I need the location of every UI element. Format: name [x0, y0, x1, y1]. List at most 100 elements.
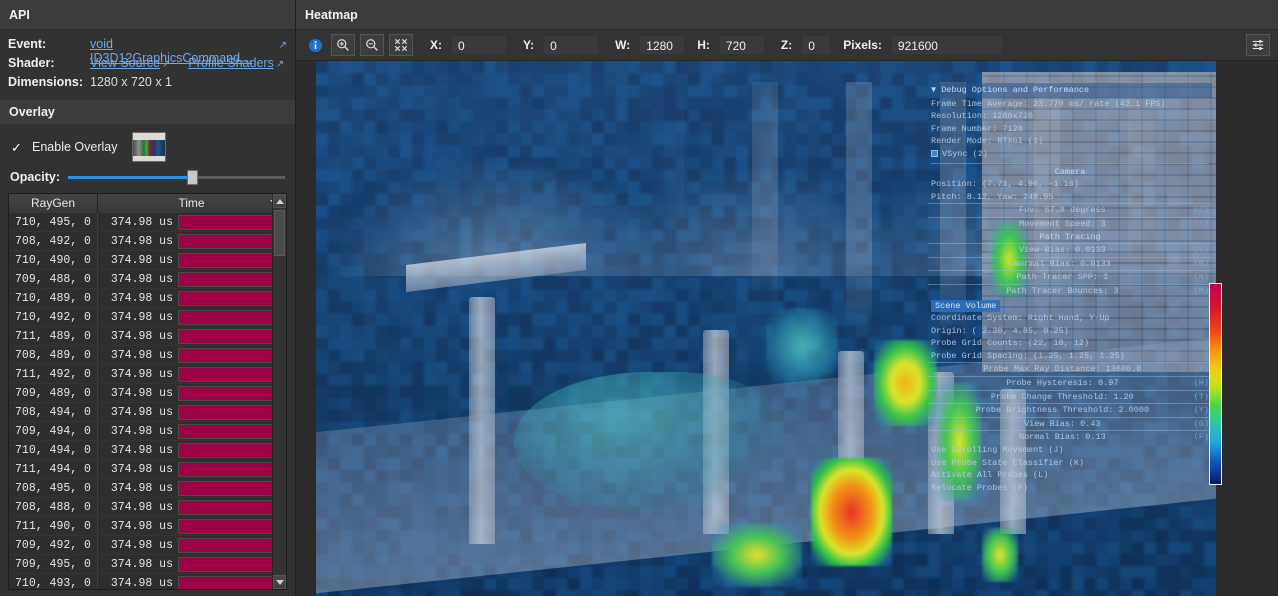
cell-time-value: 374.98 us: [98, 498, 177, 516]
table-row[interactable]: 708, 489, 0374.98 us: [9, 346, 286, 365]
cell-time-value: 374.98 us: [98, 327, 177, 345]
opacity-slider[interactable]: [68, 170, 285, 184]
table-row[interactable]: 709, 492, 0374.98 us: [9, 536, 286, 555]
cell-time-bar: [177, 289, 286, 307]
slider-knob[interactable]: [187, 170, 198, 185]
table-row[interactable]: 710, 494, 0374.98 us: [9, 441, 286, 460]
heatmap-image[interactable]: ▼ Debug Options and Performance Frame Ti…: [316, 61, 1216, 596]
info-icon[interactable]: [304, 34, 326, 56]
table-row[interactable]: 711, 492, 0374.98 us: [9, 365, 286, 384]
heatmap-viewport[interactable]: ▼ Debug Options and Performance Frame Ti…: [296, 61, 1278, 596]
debug-hud-hotkey: (F): [1194, 431, 1209, 444]
api-panel: API Event: void ID3D12GraphicsCommand… ↗…: [0, 0, 296, 596]
cell-raygen-coords: 708, 494, 0: [9, 403, 98, 421]
cell-raygen-coords: 708, 488, 0: [9, 498, 98, 516]
time-bar: [178, 519, 283, 534]
debug-hud-pathtracing-heading: Path Tracing: [928, 231, 1212, 244]
debug-hud-setting: (V)View Bias: 0.0133: [928, 243, 1212, 257]
table-row[interactable]: 708, 492, 0374.98 us: [9, 232, 286, 251]
debug-hud-toggle: Use Scrolling Movement (J): [928, 444, 1212, 457]
table-row[interactable]: 711, 494, 0374.98 us: [9, 460, 286, 479]
cell-time-value: 374.98 us: [98, 213, 177, 231]
zoom-in-icon[interactable]: [331, 34, 355, 56]
profile-shaders-link-group[interactable]: Profile Shaders↗: [188, 56, 284, 70]
time-bar: [178, 215, 283, 230]
debug-hud-vsync-label: VSync (2): [942, 149, 988, 159]
profile-shaders-link[interactable]: Profile Shaders: [188, 56, 273, 70]
cell-time-bar: [177, 517, 286, 535]
table-row[interactable]: 710, 489, 0374.98 us: [9, 289, 286, 308]
x-field-label: X:: [430, 38, 442, 52]
column-header-time-label: Time: [178, 196, 204, 210]
z-field-value[interactable]: 0: [802, 36, 830, 54]
api-label-shader: Shader:: [8, 56, 90, 70]
overlay-thumbnail[interactable]: [132, 132, 166, 162]
slider-fill: [68, 176, 192, 179]
cell-raygen-coords: 709, 489, 0: [9, 384, 98, 402]
cell-time-value: 374.98 us: [98, 555, 177, 573]
z-field-label: Z:: [781, 38, 792, 52]
cell-raygen-coords: 709, 495, 0: [9, 555, 98, 573]
cell-raygen-coords: 710, 492, 0: [9, 308, 98, 326]
view-source-link-group[interactable]: View Source↗: [90, 56, 170, 70]
time-bar: [178, 443, 283, 458]
cell-time-value: 374.98 us: [98, 270, 177, 288]
column-header-time[interactable]: Time: [98, 194, 286, 213]
table-row[interactable]: 708, 494, 0374.98 us: [9, 403, 286, 422]
debug-hud-title: ▼ Debug Options and Performance: [928, 83, 1212, 98]
cell-time-bar: [177, 270, 286, 288]
debug-hud-camera-heading: Camera: [928, 166, 1212, 179]
pixels-field-value[interactable]: 921600: [892, 36, 1002, 54]
table-body[interactable]: 710, 495, 0374.98 us708, 492, 0374.98 us…: [9, 213, 286, 589]
cell-raygen-coords: 708, 495, 0: [9, 479, 98, 497]
api-label-dimensions: Dimensions:: [8, 75, 90, 89]
cell-raygen-coords: 709, 492, 0: [9, 536, 98, 554]
table-row[interactable]: 708, 488, 0374.98 us: [9, 498, 286, 517]
view-source-link[interactable]: View Source: [90, 56, 160, 70]
scrollbar-thumb[interactable]: [274, 210, 285, 256]
table-scrollbar[interactable]: [272, 194, 286, 589]
time-bar: [178, 253, 283, 268]
debug-hud-hotkey: (Y): [1194, 404, 1209, 417]
external-link-icon: ↗: [160, 59, 170, 70]
heatmap-hotspot: [712, 523, 802, 587]
y-field-value[interactable]: 0: [544, 36, 598, 54]
heatmap-hotspot: [982, 528, 1018, 582]
table-row[interactable]: 710, 492, 0374.98 us: [9, 308, 286, 327]
table-row[interactable]: 710, 490, 0374.98 us: [9, 251, 286, 270]
w-field-value[interactable]: 1280: [640, 36, 684, 54]
cell-raygen-coords: 711, 492, 0: [9, 365, 98, 383]
cell-raygen-coords: 710, 490, 0: [9, 251, 98, 269]
fit-to-window-icon[interactable]: [389, 34, 413, 56]
h-field-value[interactable]: 720: [720, 36, 764, 54]
external-link-icon: ↗: [274, 59, 284, 70]
table-row[interactable]: 709, 488, 0374.98 us: [9, 270, 286, 289]
heatmap-color-legend: [1209, 283, 1222, 485]
scroll-down-button[interactable]: [273, 575, 286, 589]
enable-overlay-row[interactable]: ✓ Enable Overlay: [0, 124, 295, 166]
table-row[interactable]: 709, 494, 0374.98 us: [9, 422, 286, 441]
table-row[interactable]: 709, 489, 0374.98 us: [9, 384, 286, 403]
heatmap-hotspot: [811, 458, 892, 565]
debug-hud-overlay: ▼ Debug Options and Performance Frame Ti…: [928, 83, 1212, 494]
scene-volume-badge: Scene Volume: [931, 300, 1000, 313]
x-field-value[interactable]: 0: [452, 36, 506, 54]
enable-overlay-checkbox[interactable]: ✓: [10, 141, 23, 154]
table-row[interactable]: 710, 493, 0374.98 us: [9, 574, 286, 589]
table-row[interactable]: 711, 490, 0374.98 us: [9, 517, 286, 536]
scroll-up-button[interactable]: [273, 194, 286, 208]
cell-time-bar: [177, 251, 286, 269]
debug-hud-setting: (R)Probe Max Ray Distance: 13600.0: [928, 362, 1212, 376]
table-row[interactable]: 711, 489, 0374.98 us: [9, 327, 286, 346]
settings-sliders-icon[interactable]: [1246, 34, 1270, 56]
zoom-out-icon[interactable]: [360, 34, 384, 56]
heatmap-panel-title: Heatmap: [296, 0, 1278, 30]
app-root: API Event: void ID3D12GraphicsCommand… ↗…: [0, 0, 1278, 596]
debug-hud-line: Coordinate System: Right Hand, Y-Up: [928, 312, 1212, 325]
table-row[interactable]: 710, 495, 0374.98 us: [9, 213, 286, 232]
cell-time-bar: [177, 536, 286, 554]
table-row[interactable]: 709, 495, 0374.98 us: [9, 555, 286, 574]
table-row[interactable]: 708, 495, 0374.98 us: [9, 479, 286, 498]
debug-hud-setting: (Y)Probe Brightness Threshold: 2.0000: [928, 403, 1212, 417]
column-header-raygen[interactable]: RayGen: [9, 194, 98, 213]
